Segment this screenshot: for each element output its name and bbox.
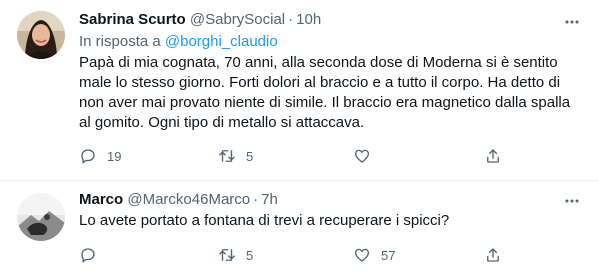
- separator-dot: ·: [288, 11, 294, 28]
- like-button[interactable]: 57: [353, 245, 395, 265]
- author-handle[interactable]: @Marcko46Marco: [127, 191, 250, 208]
- share-icon: [487, 149, 499, 163]
- author-handle[interactable]: @SabrySocial: [190, 11, 285, 28]
- reply-button[interactable]: 19: [79, 146, 121, 166]
- tweet-header: Marco @Marcko46Marco · 7h: [79, 190, 278, 210]
- retweet-icon: [219, 249, 235, 261]
- tweet-header: Sabrina Scurto @SabrySocial · 10h: [79, 10, 321, 30]
- like-button[interactable]: [353, 146, 381, 166]
- retweet-count: 5: [246, 247, 254, 263]
- reply-context: In risposta a @borghi_claudio: [79, 32, 278, 52]
- separator-dot: ·: [253, 191, 259, 208]
- tweet-text: Papà di mia cognata, 70 anni, alla secon…: [79, 54, 571, 131]
- more-dots-icon: [565, 20, 579, 24]
- retweet-button[interactable]: 5: [218, 245, 253, 265]
- timestamp[interactable]: 10h: [296, 11, 321, 28]
- avatar[interactable]: [17, 193, 65, 241]
- heart-icon: [354, 248, 370, 262]
- more-options-button[interactable]: [562, 191, 582, 211]
- tweet[interactable]: Marco @Marcko46Marco · 7h Lo avete portato…: [0, 181, 599, 272]
- more-options-button[interactable]: [562, 12, 582, 32]
- reply-icon: [81, 248, 95, 263]
- share-button[interactable]: [484, 245, 502, 265]
- reply-count: 19: [107, 148, 122, 164]
- avatar[interactable]: [17, 11, 65, 59]
- heart-icon: [354, 149, 370, 163]
- share-button[interactable]: [484, 146, 502, 166]
- reply-icon: [81, 149, 95, 164]
- author-name[interactable]: Marco: [79, 191, 123, 208]
- timestamp[interactable]: 7h: [261, 191, 278, 208]
- retweet-icon: [219, 150, 235, 162]
- author-name[interactable]: Sabrina Scurto: [79, 11, 186, 28]
- like-count: 57: [381, 247, 396, 263]
- retweet-button[interactable]: 5: [218, 146, 253, 166]
- reply-prefix: In risposta a: [79, 33, 161, 50]
- retweet-count: 5: [246, 148, 254, 164]
- reply-mention-link[interactable]: @borghi_claudio: [165, 33, 278, 50]
- tweet[interactable]: Sabrina Scurto @SabrySocial · 10h In rispo…: [0, 0, 599, 181]
- tweet-text: Lo avete portato a fontana di trevi a re…: [79, 212, 450, 229]
- reply-button[interactable]: [79, 245, 107, 265]
- share-icon: [487, 248, 499, 262]
- more-dots-icon: [565, 199, 579, 203]
